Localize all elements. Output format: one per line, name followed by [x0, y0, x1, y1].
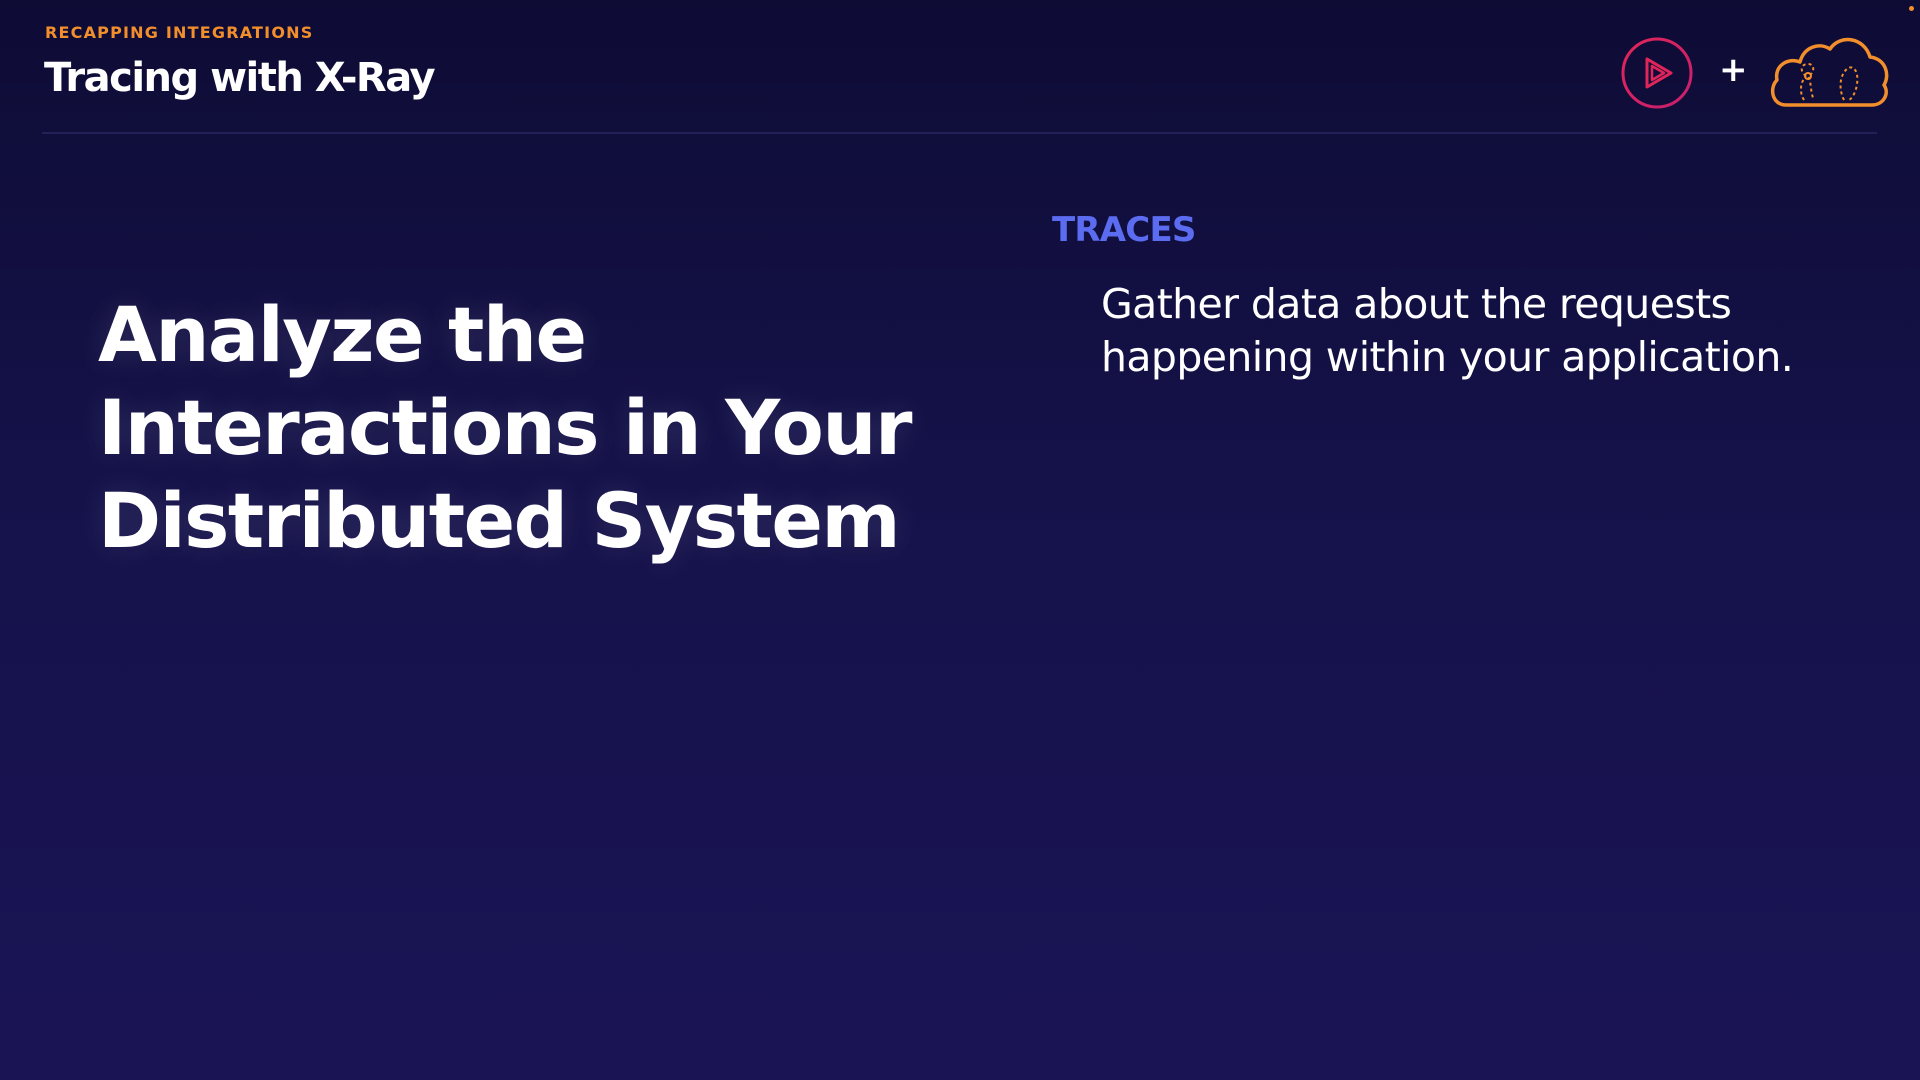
logo-group: + [1620, 30, 1920, 120]
corner-dot [1909, 6, 1914, 11]
cloud-icon [1770, 37, 1889, 107]
headline: Analyze the Interactions in Your Distrib… [98, 288, 958, 567]
section-label: TRACES [1052, 210, 1196, 250]
headline-line: Interactions in Your [98, 383, 912, 472]
page-title: Tracing with X-Ray [44, 55, 436, 101]
description-line: happening within your application. [1101, 333, 1794, 381]
slide: RECAPPING INTEGRATIONS Tracing with X-Ra… [0, 0, 1920, 1080]
plus-sign: + [1719, 50, 1748, 90]
description-line: Gather data about the requests [1101, 280, 1732, 328]
description: Gather data about the requests happening… [1101, 278, 1861, 384]
play-icon [1621, 37, 1693, 109]
headline-line: Distributed System [98, 476, 901, 565]
headline-line: Analyze the [98, 290, 587, 379]
eyebrow-label: RECAPPING INTEGRATIONS [45, 23, 314, 42]
header-divider [42, 132, 1877, 134]
